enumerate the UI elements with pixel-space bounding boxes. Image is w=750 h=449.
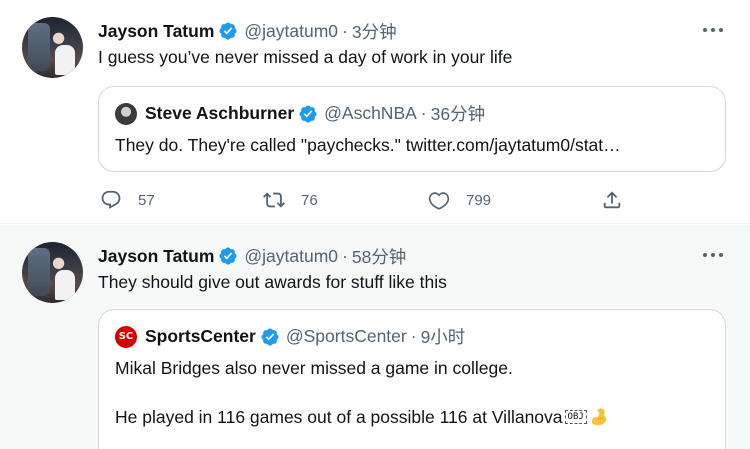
separator-dot: ·	[420, 103, 427, 123]
quoted-timestamp: 36分钟	[430, 104, 486, 124]
share-button[interactable]	[601, 186, 639, 214]
verified-badge-icon	[298, 104, 318, 124]
tweet[interactable]: Jayson Tatum @jaytatum0 · 58分钟 They shou…	[0, 225, 750, 449]
quoted-tweet-header: Steve Aschburner @AschNBA · 36分钟	[115, 101, 485, 126]
tweet[interactable]: Jayson Tatum @jaytatum0 · 3分钟 I guess yo…	[0, 0, 750, 224]
retweet-icon	[263, 192, 285, 208]
quoted-author-name: Steve Aschburner	[145, 103, 295, 123]
timestamp[interactable]: 58分钟	[352, 244, 406, 269]
quoted-author-name: SportsCenter	[145, 326, 256, 346]
quoted-tweet-text-line: He played in 116 games out of a possible…	[115, 406, 611, 428]
author-handle[interactable]: @jaytatum0	[244, 246, 338, 267]
quoted-tweet-text-line: Mikal Bridges also never missed a game i…	[115, 358, 513, 378]
quoted-author-handle: @AschNBA	[324, 103, 417, 123]
quoted-tweet-text: They do. They're called "paychecks." twi…	[115, 135, 621, 155]
more-options-icon[interactable]	[700, 20, 726, 40]
like-count: 799	[466, 191, 492, 209]
verified-badge-icon	[260, 327, 280, 347]
author-avatar[interactable]	[22, 17, 83, 78]
heart-icon	[428, 192, 450, 210]
quoted-tweet-header: SC SportsCenter @SportsCenter · 9小时	[115, 324, 465, 349]
author-avatar[interactable]	[22, 242, 83, 303]
author-handle[interactable]: @jaytatum0	[244, 21, 338, 42]
tweet-text: They should give out awards for stuff li…	[98, 272, 447, 292]
verified-badge-icon	[218, 21, 238, 41]
tweet-text: I guess you’ve never missed a day of wor…	[98, 47, 513, 67]
retweet-button[interactable]: 76	[263, 186, 318, 214]
separator-dot: ·	[410, 326, 417, 346]
separator-dot: ·	[342, 20, 348, 41]
quoted-tweet-text: He played in 116 games out of a possible…	[115, 406, 563, 427]
quoted-author-avatar	[115, 102, 137, 125]
tweet-actions: 57 76 799	[98, 186, 726, 214]
tweet-header: Jayson Tatum @jaytatum0 · 58分钟	[98, 244, 406, 268]
more-options-icon[interactable]	[700, 245, 726, 265]
reply-button[interactable]: 57	[100, 186, 155, 214]
quoted-tweet[interactable]: Steve Aschburner @AschNBA · 36分钟 They do…	[98, 86, 726, 172]
separator-dot: ·	[342, 245, 348, 266]
flexed-biceps-emoji-icon	[589, 406, 611, 428]
quoted-timestamp: 9小时	[420, 327, 466, 347]
timestamp[interactable]: 3分钟	[352, 19, 397, 44]
retweet-count: 76	[301, 191, 318, 209]
quoted-author-avatar: SC	[115, 325, 137, 348]
share-icon	[603, 191, 621, 209]
reply-icon	[101, 190, 121, 209]
verified-badge-icon	[218, 246, 238, 266]
quoted-author-handle: @SportsCenter	[285, 326, 407, 346]
like-button[interactable]: 799	[428, 186, 491, 214]
object-placeholder-marker: OBJ	[564, 410, 587, 424]
tweet-header: Jayson Tatum @jaytatum0 · 3分钟	[98, 19, 397, 43]
quoted-tweet[interactable]: SC SportsCenter @SportsCenter · 9小时 Mika…	[98, 309, 726, 449]
reply-count: 57	[138, 191, 155, 209]
author-name[interactable]: Jayson Tatum	[98, 246, 214, 267]
author-name[interactable]: Jayson Tatum	[98, 21, 214, 42]
